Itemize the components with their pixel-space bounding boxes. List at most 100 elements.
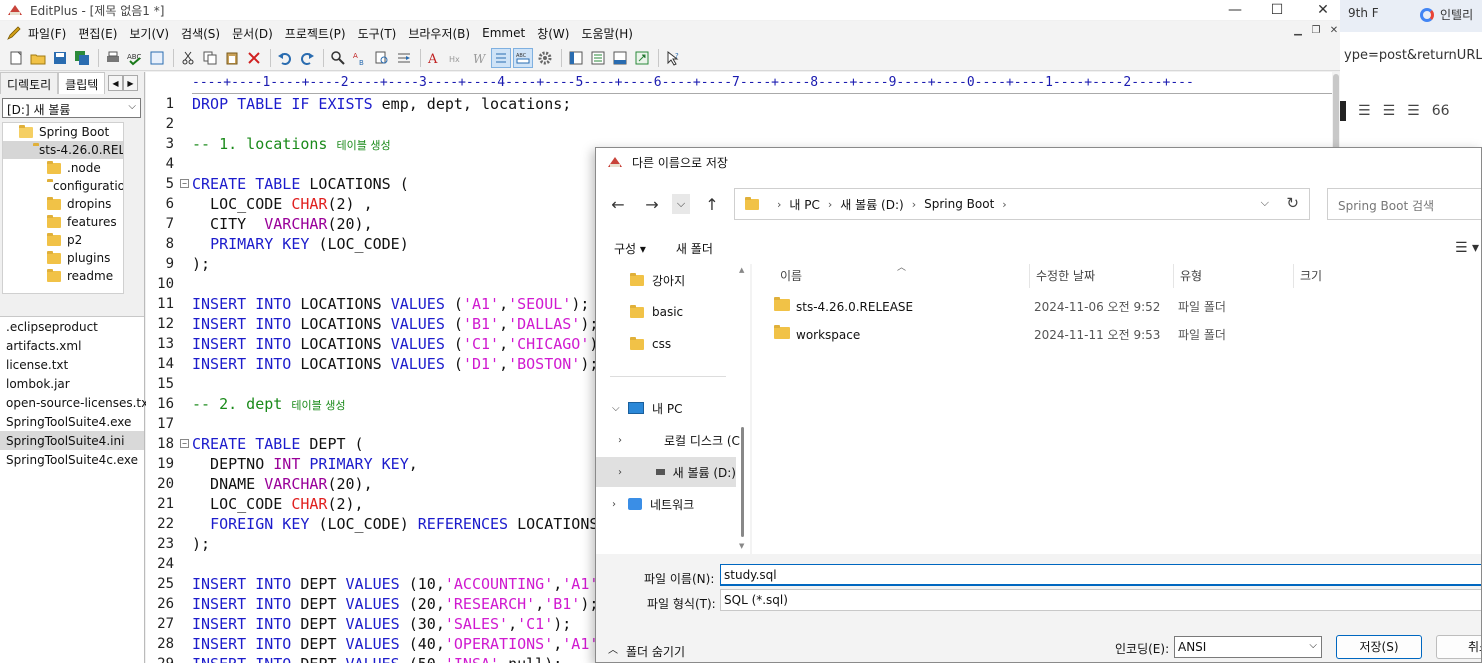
browser-tab-2[interactable]: 인텔리 bbox=[1420, 6, 1473, 23]
menu-file[interactable]: 파일(F) bbox=[28, 25, 74, 42]
justify-icon[interactable]: ☰ bbox=[1407, 103, 1420, 119]
open-file-icon[interactable] bbox=[28, 48, 48, 68]
align-right-icon[interactable]: ☰ bbox=[1383, 103, 1396, 119]
quote-label[interactable]: 66 bbox=[1432, 103, 1450, 119]
menu-browser[interactable]: 브라우저(B) bbox=[408, 25, 478, 42]
menu-tools[interactable]: 도구(T) bbox=[358, 25, 405, 42]
menu-search[interactable]: 검색(S) bbox=[181, 25, 228, 42]
recent-locations-chevron-icon[interactable]: ⌵ bbox=[672, 194, 690, 214]
file-list-item[interactable]: SpringToolSuite4.exe bbox=[0, 412, 144, 431]
tree-item[interactable]: sts-4.26.0.REL bbox=[3, 141, 123, 159]
minimize-button[interactable]: — bbox=[1212, 0, 1258, 20]
undo-icon[interactable] bbox=[275, 48, 295, 68]
chevron-right-icon[interactable]: › bbox=[612, 499, 616, 510]
save-icon[interactable] bbox=[50, 48, 70, 68]
tree-item[interactable]: readme bbox=[3, 267, 123, 285]
collapse-chevron-icon[interactable]: ︿ bbox=[608, 641, 618, 656]
file-row[interactable]: sts-4.26.0.RELEASE 2024-11-06 오전 9:52 파일 폴… bbox=[752, 294, 1481, 320]
breadcrumb-my-pc[interactable]: 내 PC bbox=[789, 196, 819, 213]
up-arrow-icon[interactable]: ↑ bbox=[700, 194, 724, 214]
column-size[interactable]: 크기 bbox=[1294, 264, 1394, 288]
filetype-select[interactable]: SQL (*.sql) bbox=[720, 589, 1481, 611]
save-button[interactable]: 저장(S) bbox=[1336, 635, 1422, 659]
menu-window[interactable]: 창(W) bbox=[537, 25, 577, 42]
file-list-item[interactable]: open-source-licenses.txt bbox=[0, 393, 153, 412]
help-pointer-icon[interactable]: ? bbox=[663, 48, 683, 68]
forward-arrow-icon[interactable]: → bbox=[640, 194, 664, 214]
spellcheck-icon[interactable]: ABC bbox=[125, 48, 145, 68]
file-list-item[interactable]: .eclipseproduct bbox=[0, 317, 144, 336]
file-list-item[interactable]: license.txt bbox=[0, 355, 144, 374]
chevron-right-icon[interactable]: › bbox=[618, 467, 622, 478]
tree-item[interactable]: .node bbox=[3, 159, 123, 177]
navigation-scrollbar-thumb[interactable] bbox=[741, 427, 744, 537]
editor-scrollbar-thumb[interactable] bbox=[1333, 74, 1339, 154]
tab-scroll-right-icon[interactable]: ▶ bbox=[123, 75, 138, 91]
scroll-up-icon[interactable]: ▲ bbox=[739, 266, 744, 274]
directory-tree[interactable]: Spring Boot sts-4.26.0.REL .node configurat… bbox=[2, 122, 124, 294]
cancel-button[interactable]: 취소 bbox=[1436, 635, 1481, 659]
nav-item-drive[interactable]: › 새 볼륨 (D:) bbox=[596, 457, 736, 487]
file-row[interactable]: workspace 2024-11-11 오전 9:53 파일 폴더 bbox=[752, 322, 1481, 348]
browser-preview-icon[interactable] bbox=[147, 48, 167, 68]
print-icon[interactable] bbox=[103, 48, 123, 68]
tree-item[interactable]: p2 bbox=[3, 231, 123, 249]
word-wrap-icon[interactable]: W bbox=[469, 48, 489, 68]
column-type[interactable]: 유형 bbox=[1174, 264, 1294, 288]
find-icon[interactable] bbox=[328, 48, 348, 68]
nav-item-pc[interactable]: ⌵ 내 PC bbox=[596, 393, 736, 423]
font-icon[interactable]: A bbox=[425, 48, 445, 68]
goto-line-icon[interactable] bbox=[394, 48, 414, 68]
new-folder-button[interactable]: 새 폴더 bbox=[676, 240, 713, 257]
menu-document[interactable]: 문서(D) bbox=[232, 25, 281, 42]
file-list-item[interactable]: SpringToolSuite4.ini bbox=[0, 431, 144, 450]
browser-tab-1[interactable]: 9th F bbox=[1348, 6, 1379, 20]
tab-cliptext[interactable]: 클립텍 bbox=[58, 72, 106, 94]
hide-folders-button[interactable]: 폴더 숨기기 bbox=[626, 643, 685, 660]
search-input[interactable]: Spring Boot 검색 bbox=[1327, 188, 1481, 220]
tab-directory[interactable]: 디렉토리 bbox=[0, 72, 59, 94]
maximize-button[interactable]: ☐ bbox=[1254, 0, 1300, 20]
filename-input[interactable]: study.sql bbox=[720, 564, 1481, 586]
address-dropdown-icon[interactable]: ⌵ bbox=[1261, 196, 1269, 210]
breadcrumb-spring-boot[interactable]: Spring Boot bbox=[924, 197, 994, 211]
file-list-item[interactable]: artifacts.xml bbox=[0, 336, 144, 355]
copy-icon[interactable] bbox=[200, 48, 220, 68]
tab-scroll-left-icon[interactable]: ◀ bbox=[108, 75, 123, 91]
address-bar[interactable]: › 내 PC › 새 볼륨 (D:) › Spring Boot › ⌵ ↻ bbox=[734, 188, 1310, 220]
back-arrow-icon[interactable]: ← bbox=[606, 194, 630, 214]
nav-item-folder[interactable]: css bbox=[596, 329, 736, 359]
tree-item[interactable]: features bbox=[3, 213, 123, 231]
tree-item[interactable]: configuration bbox=[3, 177, 123, 195]
browser-url[interactable]: ype=post&returnURL= bbox=[1340, 36, 1482, 76]
file-list-item[interactable]: lombok.jar bbox=[0, 374, 144, 393]
cut-icon[interactable] bbox=[178, 48, 198, 68]
output-window-icon[interactable] bbox=[610, 48, 630, 68]
new-file-icon[interactable] bbox=[6, 48, 26, 68]
settings-gear-icon[interactable] bbox=[535, 48, 555, 68]
menu-project[interactable]: 프로젝트(P) bbox=[285, 25, 354, 42]
replace-icon[interactable]: AB bbox=[350, 48, 370, 68]
menu-emmet[interactable]: Emmet bbox=[482, 26, 533, 40]
scroll-down-icon[interactable]: ▼ bbox=[739, 542, 744, 550]
mdi-restore-icon[interactable]: ❐ bbox=[1308, 25, 1324, 39]
nav-item-disk[interactable]: › 로컬 디스크 (C bbox=[596, 425, 740, 455]
chevron-down-icon[interactable]: ⌵ bbox=[612, 403, 620, 414]
chevron-right-icon[interactable]: › bbox=[618, 435, 622, 446]
organize-menu[interactable]: 구성 ▾ bbox=[614, 240, 646, 257]
navigation-scrollbar[interactable]: ▲ ▼ bbox=[738, 264, 748, 554]
align-left-icon[interactable]: ☰ bbox=[1358, 103, 1371, 119]
mdi-minimize-icon[interactable]: ▁ bbox=[1290, 25, 1306, 39]
ruler-icon[interactable]: ABC bbox=[513, 47, 533, 68]
encoding-select[interactable]: ANSI ⌵ bbox=[1174, 636, 1322, 658]
tree-item[interactable]: Spring Boot bbox=[3, 123, 123, 141]
line-number-icon[interactable] bbox=[491, 47, 511, 68]
fullscreen-icon[interactable] bbox=[632, 48, 652, 68]
drive-select[interactable]: [D:] 새 볼륨 ⌵ bbox=[2, 98, 141, 118]
save-all-icon[interactable] bbox=[72, 48, 92, 68]
hex-view-icon[interactable]: Hx bbox=[447, 48, 467, 68]
menu-help[interactable]: 도움말(H) bbox=[581, 25, 641, 42]
menu-view[interactable]: 보기(V) bbox=[129, 25, 177, 42]
file-list-item[interactable]: SpringToolSuite4c.exe bbox=[0, 450, 144, 469]
tree-item[interactable]: dropins bbox=[3, 195, 123, 213]
